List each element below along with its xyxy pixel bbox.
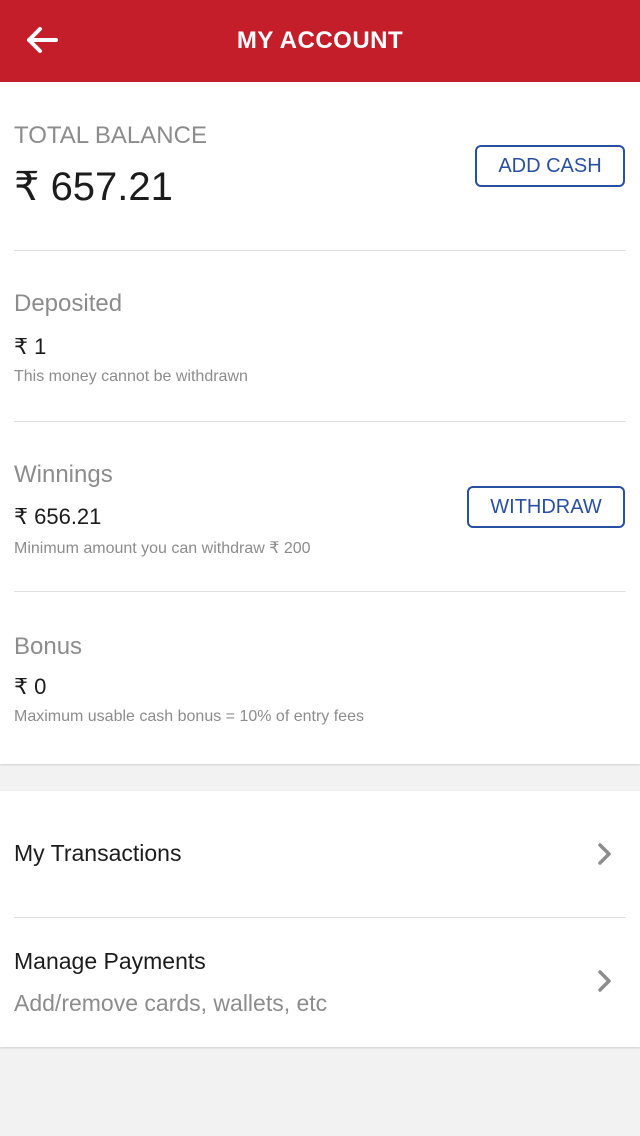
deposited-label: Deposited (14, 290, 123, 317)
total-balance-amount: ₹ 657.21 (14, 165, 173, 209)
divider (14, 250, 626, 251)
chevron-right-icon (598, 970, 611, 992)
bonus-amount: ₹ 0 (14, 674, 47, 699)
divider (14, 421, 626, 422)
winnings-note: Minimum amount you can withdraw ₹ 200 (14, 540, 311, 557)
divider (14, 591, 626, 592)
bonus-note: Maximum usable cash bonus = 10% of entry… (14, 708, 364, 725)
manage-payments-row[interactable]: Manage Payments Add/remove cards, wallet… (0, 918, 640, 1047)
page-title: MY ACCOUNT (236, 27, 404, 54)
manage-payments-label: Manage Payments (14, 948, 206, 974)
deposited-amount: ₹ 1 (14, 334, 47, 359)
winnings-amount: ₹ 656.21 (14, 504, 102, 529)
app-header: MY ACCOUNT (0, 0, 640, 82)
deposited-note: This money cannot be withdrawn (14, 368, 248, 385)
balance-card: TOTAL BALANCE ₹ 657.21 ADD CASH Deposite… (0, 82, 640, 764)
my-transactions-row[interactable]: My Transactions (0, 791, 640, 917)
back-button[interactable] (18, 16, 66, 64)
links-card: My Transactions Manage Payments Add/remo… (0, 791, 640, 1047)
my-transactions-label: My Transactions (14, 840, 182, 866)
total-balance-label: TOTAL BALANCE (14, 122, 207, 149)
chevron-right-icon (598, 843, 611, 865)
withdraw-button[interactable]: WITHDRAW (467, 486, 625, 528)
manage-payments-subtitle: Add/remove cards, wallets, etc (14, 990, 328, 1016)
arrow-left-icon (27, 27, 58, 53)
bonus-label: Bonus (14, 633, 83, 660)
add-cash-button[interactable]: ADD CASH (475, 145, 625, 187)
winnings-label: Winnings (14, 461, 113, 488)
